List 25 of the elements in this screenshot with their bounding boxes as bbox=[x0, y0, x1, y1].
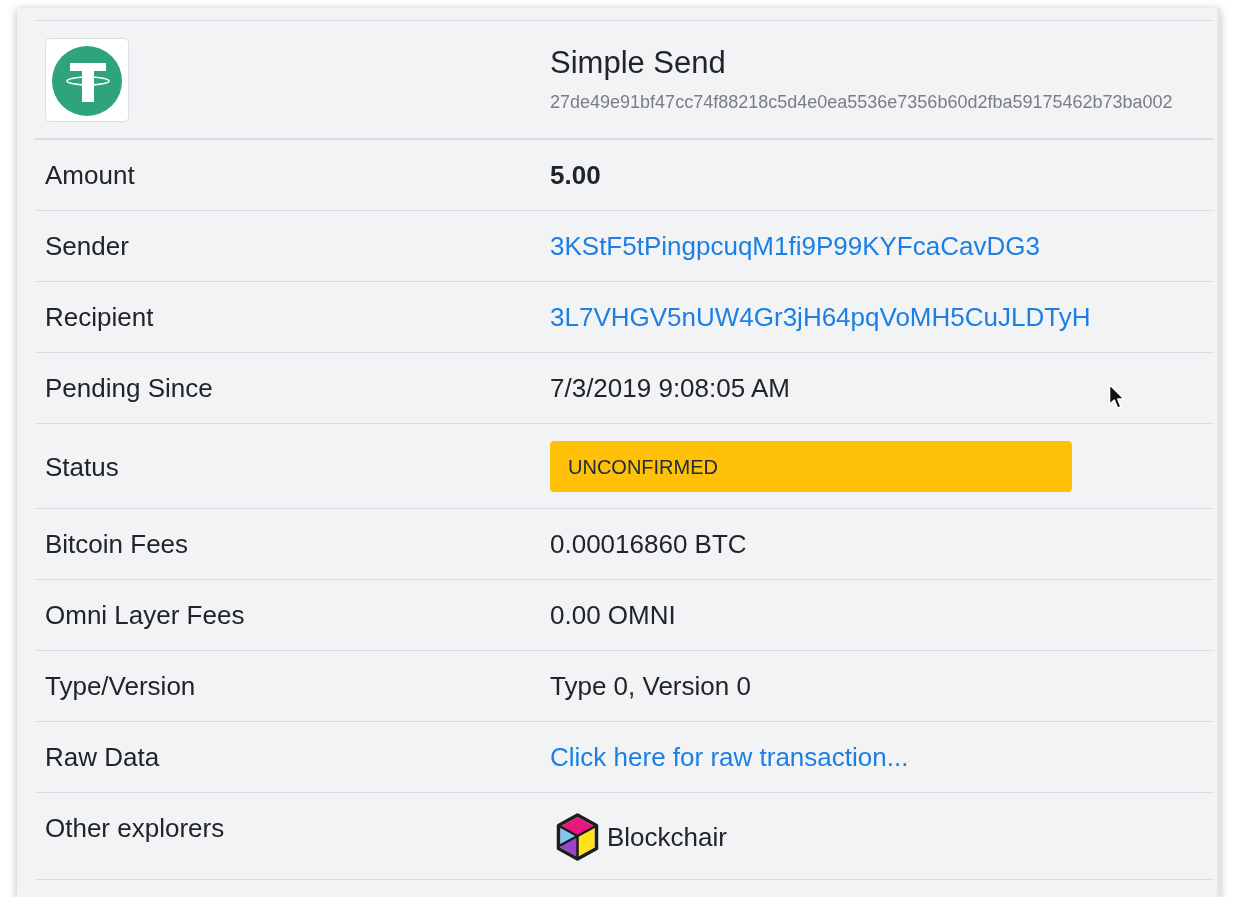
cursor-icon bbox=[1108, 383, 1127, 411]
explorer-link[interactable]: Blockchair bbox=[607, 819, 727, 855]
field-label: Other explorers bbox=[45, 813, 225, 843]
value-link[interactable]: 3L7VHGV5nUW4Gr3jH64pqVoMH5CuJLDTyH bbox=[550, 302, 1091, 332]
field-value: 0.00 OMNI bbox=[550, 600, 676, 630]
value-link[interactable]: Click here for raw transaction... bbox=[550, 742, 909, 772]
token-logo-icon bbox=[45, 38, 129, 122]
field-value: Type 0, Version 0 bbox=[550, 671, 751, 701]
field-label: Bitcoin Fees bbox=[45, 529, 189, 559]
field-label: Sender bbox=[45, 231, 129, 261]
value-link[interactable]: 3KStF5tPingpcuqM1fi9P99KYFcaCavDG3 bbox=[550, 231, 1040, 261]
field-label: Raw Data bbox=[45, 742, 160, 772]
transaction-title: Simple Send bbox=[550, 44, 727, 82]
field-label: Status bbox=[45, 451, 119, 482]
status-badge: UNCONFIRMED bbox=[550, 441, 1072, 492]
amount-value: 5.00 bbox=[550, 160, 601, 190]
field-label: Omni Layer Fees bbox=[45, 600, 245, 630]
transaction-hash: 27de49e91bf47cc74f88218c5d4e0ea5536e7356b60d2fba59175462b73ba002 bbox=[550, 91, 1174, 114]
field-label: Pending Since bbox=[45, 373, 213, 403]
field-value: 7/3/2019 9:08:05 AM bbox=[550, 373, 790, 403]
cube-icon bbox=[555, 812, 600, 862]
field-label: Recipient bbox=[45, 302, 154, 332]
field-label: Type/Version bbox=[45, 671, 196, 701]
field-label: Amount bbox=[45, 160, 135, 190]
field-value: 0.00016860 BTC bbox=[550, 529, 747, 559]
